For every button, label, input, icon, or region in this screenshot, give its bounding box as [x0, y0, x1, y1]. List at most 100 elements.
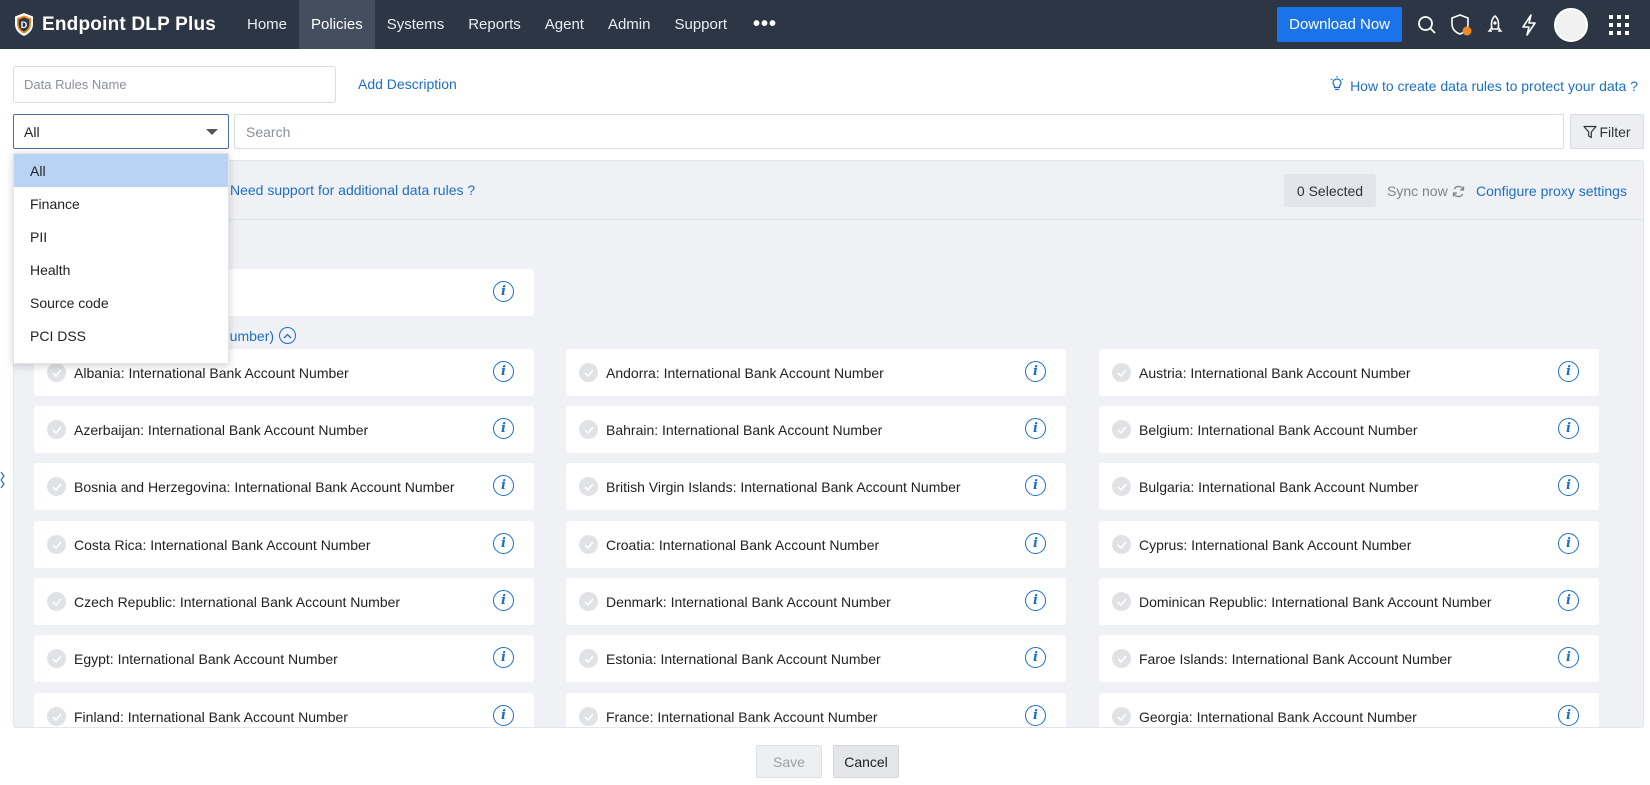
- rule-card[interactable]: Bosnia and Herzegovina: International Ba…: [34, 463, 534, 510]
- rule-card[interactable]: Faroe Islands: International Bank Accoun…: [1099, 635, 1599, 682]
- dropdown-option-pii[interactable]: PII: [14, 220, 228, 253]
- checkmark-icon[interactable]: [1112, 363, 1131, 382]
- info-icon[interactable]: i: [1558, 418, 1579, 439]
- rule-card[interactable]: Azerbaijan: International Bank Account N…: [34, 406, 534, 453]
- checkmark-icon[interactable]: [47, 707, 66, 726]
- checkmark-icon[interactable]: [47, 477, 66, 496]
- rule-card[interactable]: Cyprus: International Bank Account Numbe…: [1099, 521, 1599, 568]
- checkmark-icon[interactable]: [47, 649, 66, 668]
- sync-now-button[interactable]: Sync now: [1387, 183, 1465, 199]
- info-icon[interactable]: i: [1025, 418, 1046, 439]
- rule-card[interactable]: Czech Republic: International Bank Accou…: [34, 578, 534, 625]
- info-icon[interactable]: i: [1025, 590, 1046, 611]
- info-icon[interactable]: i: [1558, 705, 1579, 726]
- rule-card[interactable]: Georgia: International Bank Account Numb…: [1099, 693, 1599, 727]
- checkmark-icon[interactable]: [1112, 535, 1131, 554]
- user-avatar[interactable]: [1554, 7, 1588, 42]
- download-now-button[interactable]: Download Now: [1277, 7, 1402, 42]
- info-icon[interactable]: i: [493, 361, 514, 382]
- info-icon[interactable]: i: [493, 475, 514, 496]
- info-icon[interactable]: i: [493, 590, 514, 611]
- nav-support[interactable]: Support: [662, 0, 739, 49]
- checkmark-icon[interactable]: [47, 535, 66, 554]
- nav-systems[interactable]: Systems: [375, 0, 457, 49]
- info-icon[interactable]: i: [1025, 705, 1046, 726]
- info-icon[interactable]: i: [493, 705, 514, 726]
- checkmark-icon[interactable]: [1112, 477, 1131, 496]
- lightning-icon[interactable]: [1512, 0, 1546, 49]
- info-icon[interactable]: i: [1558, 533, 1579, 554]
- rule-card[interactable]: Costa Rica: International Bank Account N…: [34, 521, 534, 568]
- rule-card[interactable]: Denmark: International Bank Account Numb…: [566, 578, 1066, 625]
- rocket-icon[interactable]: [1478, 0, 1512, 49]
- dropdown-option-finance[interactable]: Finance: [14, 187, 228, 220]
- rule-card[interactable]: Andorra: International Bank Account Numb…: [566, 349, 1066, 396]
- rule-card[interactable]: Belgium: International Bank Account Numb…: [1099, 406, 1599, 453]
- nav-reports[interactable]: Reports: [456, 0, 533, 49]
- info-icon[interactable]: i: [1025, 647, 1046, 668]
- category-select[interactable]: All: [13, 114, 229, 149]
- checkmark-icon[interactable]: [1112, 420, 1131, 439]
- rule-card[interactable]: British Virgin Islands: International Ba…: [566, 463, 1066, 510]
- info-icon[interactable]: i: [1025, 475, 1046, 496]
- checkmark-icon[interactable]: [579, 649, 598, 668]
- funnel-icon: [1583, 125, 1598, 138]
- dropdown-option-health[interactable]: Health: [14, 253, 228, 286]
- apps-grid-icon[interactable]: [1602, 0, 1636, 49]
- info-icon[interactable]: i: [1558, 647, 1579, 668]
- add-description-link[interactable]: Add Description: [358, 76, 457, 92]
- howto-link[interactable]: How to create data rules to protect your…: [1330, 76, 1638, 95]
- configure-proxy-link[interactable]: Configure proxy settings: [1476, 183, 1627, 199]
- search-icon[interactable]: [1410, 0, 1444, 49]
- need-support-link[interactable]: Need support for additional data rules ?: [230, 182, 475, 198]
- dropdown-option-pci-dss[interactable]: PCI DSS: [14, 319, 228, 352]
- dropdown-option-source-code[interactable]: Source code: [14, 286, 228, 319]
- info-icon[interactable]: i: [1025, 361, 1046, 382]
- nav-agent[interactable]: Agent: [533, 0, 596, 49]
- security-shield-icon[interactable]: [1444, 0, 1478, 49]
- checkmark-icon[interactable]: [1112, 707, 1131, 726]
- filter-button[interactable]: Filter: [1570, 114, 1644, 149]
- rule-card[interactable]: Croatia: International Bank Account Numb…: [566, 521, 1066, 568]
- info-icon[interactable]: i: [493, 533, 514, 554]
- brand[interactable]: D Endpoint DLP Plus: [0, 0, 235, 49]
- rule-card[interactable]: Bulgaria: International Bank Account Num…: [1099, 463, 1599, 510]
- checkmark-icon[interactable]: [579, 477, 598, 496]
- info-icon[interactable]: i: [493, 418, 514, 439]
- checkmark-icon[interactable]: [579, 707, 598, 726]
- info-icon[interactable]: i: [1558, 590, 1579, 611]
- rule-card-label: Georgia: International Bank Account Numb…: [1139, 708, 1417, 725]
- rule-card[interactable]: Finland: International Bank Account Numb…: [34, 693, 534, 727]
- info-icon[interactable]: i: [1025, 533, 1046, 554]
- checkmark-icon[interactable]: [47, 592, 66, 611]
- checkmark-icon[interactable]: [579, 420, 598, 439]
- search-input[interactable]: [234, 114, 1564, 149]
- dropdown-option-all[interactable]: All: [14, 154, 228, 187]
- rule-card[interactable]: France: International Bank Account Numbe…: [566, 693, 1066, 727]
- checkmark-icon[interactable]: [1112, 592, 1131, 611]
- rule-card[interactable]: Estonia: International Bank Account Numb…: [566, 635, 1066, 682]
- rule-card[interactable]: Austria: International Bank Account Numb…: [1099, 349, 1599, 396]
- selected-count-badge[interactable]: 0 Selected: [1284, 174, 1376, 207]
- info-icon[interactable]: i: [1558, 475, 1579, 496]
- checkmark-icon[interactable]: [579, 592, 598, 611]
- checkmark-icon[interactable]: [579, 535, 598, 554]
- checkmark-icon[interactable]: [47, 420, 66, 439]
- nav-home[interactable]: Home: [235, 0, 299, 49]
- nav-policies[interactable]: Policies: [299, 0, 375, 49]
- save-button[interactable]: Save: [756, 745, 822, 778]
- data-rules-name-input[interactable]: [13, 66, 336, 103]
- rule-card[interactable]: Egypt: International Bank Account Number…: [34, 635, 534, 682]
- rule-card[interactable]: Bahrain: International Bank Account Numb…: [566, 406, 1066, 453]
- checkmark-icon[interactable]: [47, 363, 66, 382]
- rule-card[interactable]: Dominican Republic: International Bank A…: [1099, 578, 1599, 625]
- nav-admin[interactable]: Admin: [596, 0, 663, 49]
- cancel-button[interactable]: Cancel: [833, 745, 899, 778]
- side-panel-handle-icon[interactable]: [0, 466, 6, 494]
- checkmark-icon[interactable]: [1112, 649, 1131, 668]
- checkmark-icon[interactable]: [579, 363, 598, 382]
- info-icon[interactable]: i: [493, 647, 514, 668]
- info-icon[interactable]: i: [1558, 361, 1579, 382]
- more-menu-icon[interactable]: •••: [739, 0, 791, 49]
- info-icon[interactable]: i: [493, 281, 514, 302]
